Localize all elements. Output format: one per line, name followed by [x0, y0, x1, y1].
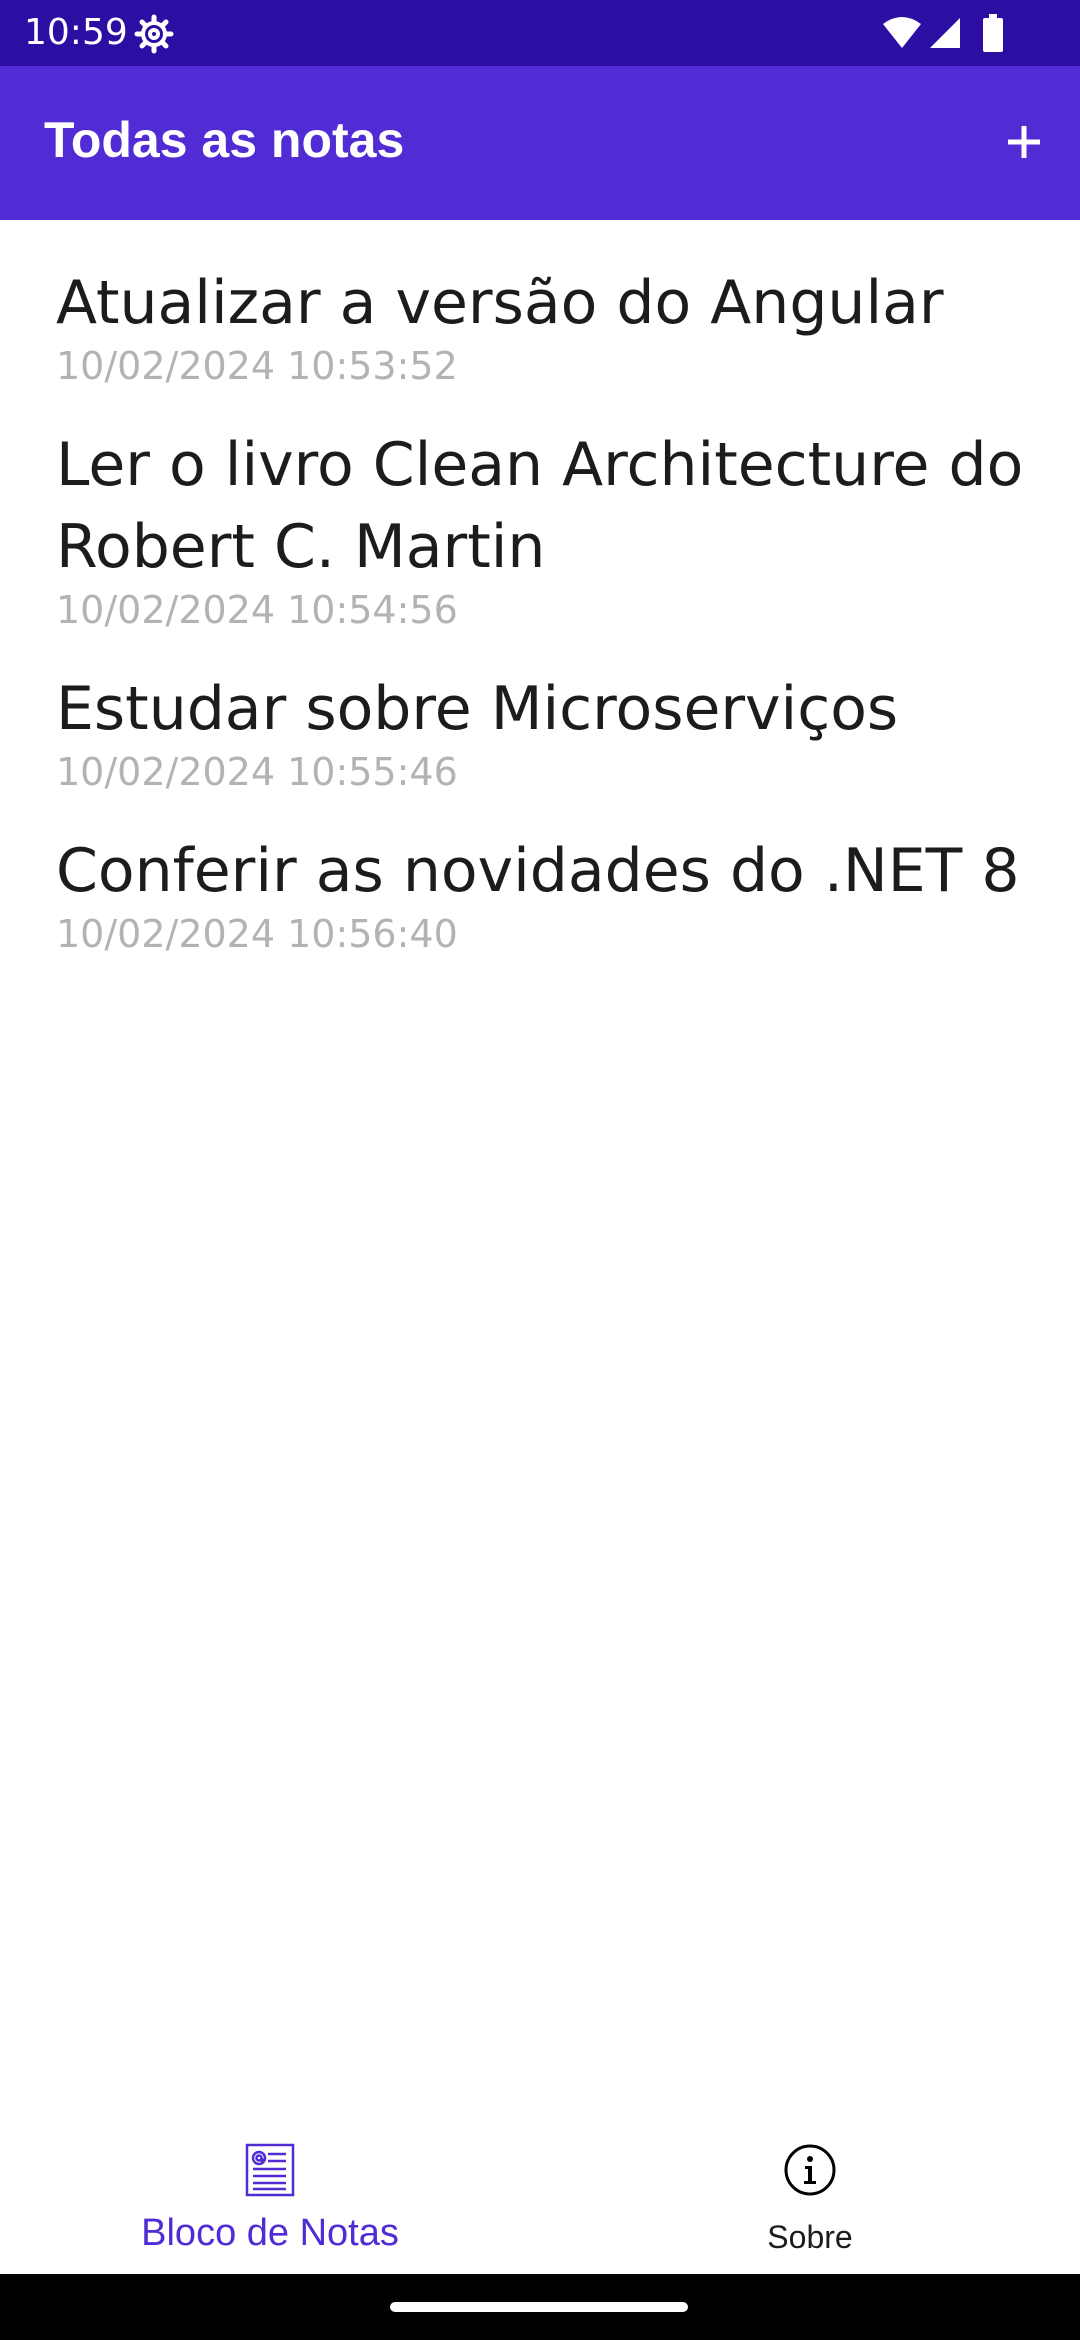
note-title: Estudar sobre Microserviços [56, 674, 899, 744]
note-date: 10/02/2024 10:53:52 [56, 344, 458, 388]
gear-icon [134, 14, 174, 54]
note-item[interactable]: Estudar sobre Microserviços 10/02/2024 1… [0, 668, 1080, 794]
home-indicator[interactable] [390, 2302, 688, 2312]
signal-icon [928, 16, 962, 50]
tab-sobre[interactable]: Sobre [540, 2120, 1080, 2274]
wifi-icon [882, 16, 922, 50]
battery-icon [982, 14, 1004, 52]
plus-icon [1008, 126, 1040, 158]
note-date: 10/02/2024 10:55:46 [56, 750, 458, 794]
note-title: Atualizar a versão do Angular [56, 268, 944, 338]
add-note-button[interactable] [982, 100, 1066, 184]
note-date: 10/02/2024 10:54:56 [56, 588, 458, 632]
note-item[interactable]: Atualizar a versão do Angular 10/02/2024… [0, 262, 1080, 388]
bottom-nav: Bloco de Notas Sobre [0, 2120, 1080, 2274]
app-bar: Todas as notas [0, 66, 1080, 220]
system-nav-bar [0, 2274, 1080, 2340]
notes-list: Atualizar a versão do Angular 10/02/2024… [0, 262, 1080, 992]
notepad-icon [242, 2142, 298, 2198]
note-title: Conferir as novidades do .NET 8 [56, 836, 1020, 906]
page-title: Todas as notas [44, 112, 405, 168]
status-bar: 10:59 [0, 0, 1080, 66]
tab-label: Bloco de Notas [141, 2212, 399, 2254]
note-title: Ler o livro Clean Architecture do Robert… [56, 430, 1024, 582]
tab-bloco-de-notas[interactable]: Bloco de Notas [0, 2120, 540, 2274]
info-icon [782, 2142, 838, 2198]
note-item[interactable]: Conferir as novidades do .NET 8 10/02/20… [0, 830, 1080, 956]
status-time: 10:59 [24, 12, 128, 53]
note-date: 10/02/2024 10:56:40 [56, 912, 458, 956]
tab-label: Sobre [767, 2219, 853, 2255]
note-item[interactable]: Ler o livro Clean Architecture do Robert… [0, 424, 1080, 632]
